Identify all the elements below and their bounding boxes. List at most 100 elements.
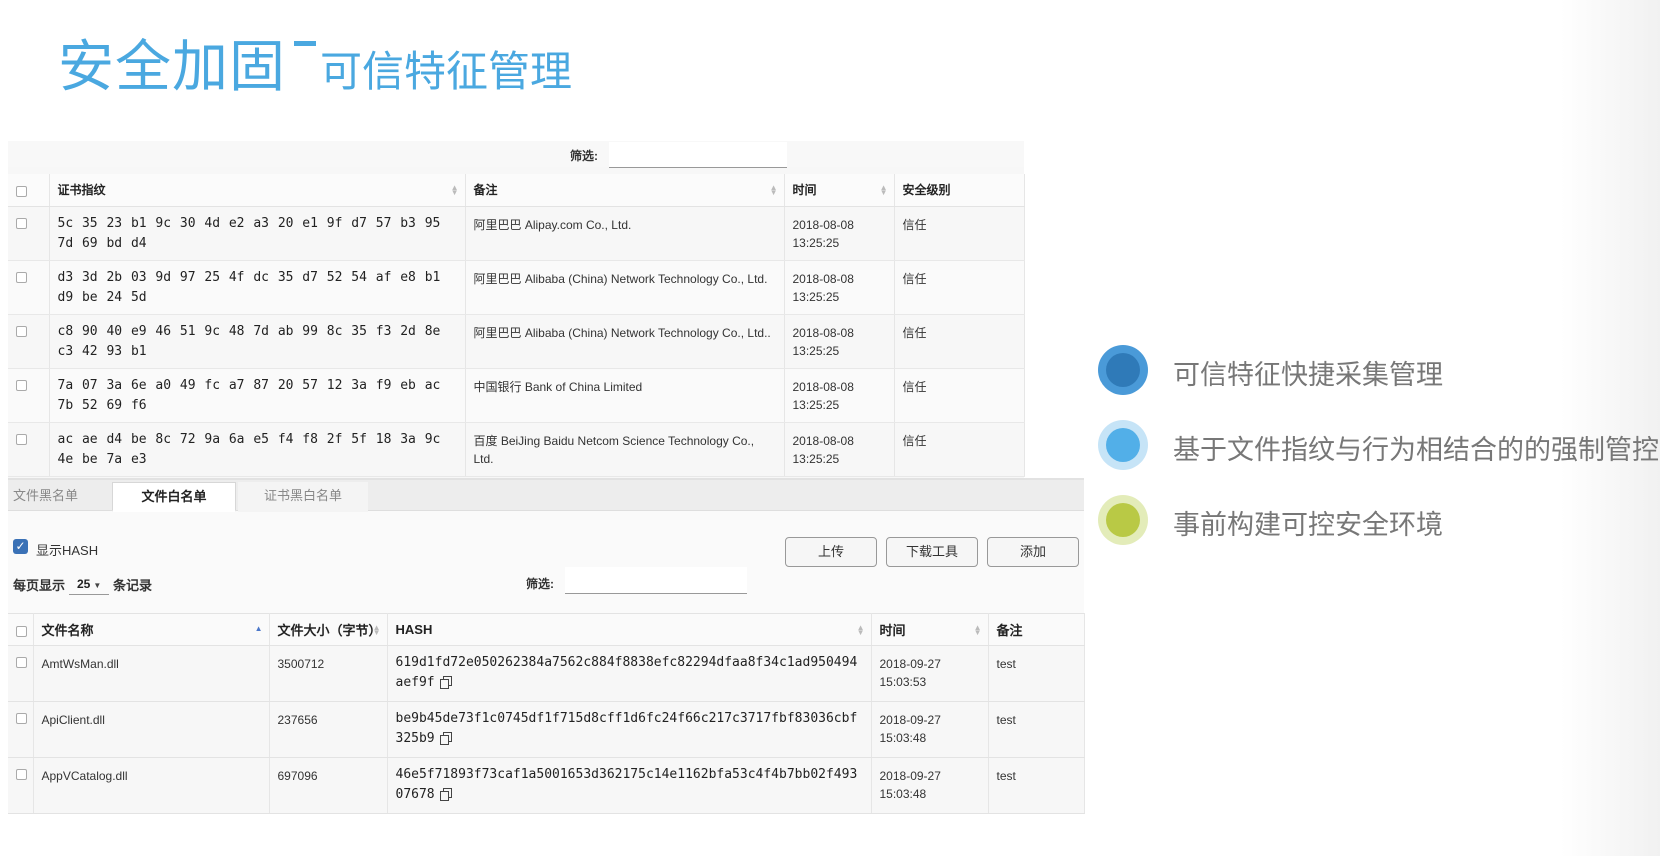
cert-note: 阿里巴巴 Alipay.com Co., Ltd. bbox=[465, 206, 785, 261]
row-checkbox[interactable] bbox=[16, 657, 27, 668]
cert-select-all[interactable] bbox=[8, 174, 50, 207]
cert-table-panel: 筛选: 证书指纹 ▲ ▼ 备注 ▲ ▼ 时间 ▲ ▼ 安全级别 5c 35 23 b1 9c… bbox=[8, 141, 1025, 478]
col-file-note[interactable]: 备注 bbox=[988, 613, 1085, 646]
file-note: test bbox=[988, 757, 1085, 814]
file-select-all[interactable] bbox=[8, 613, 34, 646]
table-row[interactable]: AmtWsMan.dll 3500712 619d1fd72e050262384… bbox=[8, 645, 1085, 702]
col-level[interactable]: 安全级别 bbox=[894, 174, 1025, 207]
circle-bullet-icon bbox=[1098, 420, 1148, 470]
cert-note: 阿里巴巴 Alibaba (China) Network Technology … bbox=[465, 314, 785, 369]
col-filename[interactable]: 文件名称 ▲ bbox=[33, 613, 270, 646]
cert-level: 信任 bbox=[894, 260, 1025, 315]
tab-file-whitelist[interactable]: 文件白名单 bbox=[112, 482, 236, 512]
cert-level: 信任 bbox=[894, 422, 1025, 477]
table-row[interactable]: c8 90 40 e9 46 51 9c 48 7d ab 99 8c 35 f… bbox=[8, 314, 1025, 369]
table-row[interactable]: d3 3d 2b 03 9d 97 25 4f dc 35 d7 52 54 a… bbox=[8, 260, 1025, 315]
cert-time: 2018-08-08 13:25:25 bbox=[784, 314, 895, 369]
file-whitelist-panel: 文件黑名单 文件白名单 证书黑白名单 ✓ 显示HASH 上传 下载工具 添加 每… bbox=[8, 478, 1085, 814]
col-file-time[interactable]: 时间 ▲ ▼ bbox=[871, 613, 989, 646]
feature-text: 可信特征快捷采集管理 bbox=[1173, 360, 1443, 390]
cert-note: 百度 BeiJing Baidu Netcom Science Technolo… bbox=[465, 422, 785, 477]
row-checkbox[interactable] bbox=[16, 217, 27, 229]
title-dash bbox=[294, 41, 316, 46]
file-time: 2018-09-27 15:03:48 bbox=[871, 701, 989, 758]
col-filesize[interactable]: 文件大小（字节） ▲ ▼ bbox=[269, 613, 388, 646]
file-table-header: 文件名称 ▲ 文件大小（字节） ▲ ▼ HASH ▲ ▼ 时间 ▲ ▼ 备注 bbox=[8, 613, 1085, 646]
circle-bullet-icon bbox=[1098, 495, 1148, 545]
table-row[interactable]: 5c 35 23 b1 9c 30 4d e2 a3 20 e1 9f d7 5… bbox=[8, 206, 1025, 261]
cert-time: 2018-08-08 13:25:25 bbox=[784, 422, 895, 477]
row-checkbox[interactable] bbox=[16, 379, 27, 391]
cert-filter-input[interactable] bbox=[609, 142, 787, 168]
file-name: AmtWsMan.dll bbox=[33, 645, 270, 702]
file-size: 697096 bbox=[269, 757, 388, 814]
title-sub: 可信特征管理 bbox=[320, 47, 573, 96]
add-button[interactable]: 添加 bbox=[987, 537, 1079, 567]
file-note: test bbox=[988, 645, 1085, 702]
show-hash-checkbox[interactable]: ✓ bbox=[13, 539, 28, 554]
cert-fingerprint: d3 3d 2b 03 9d 97 25 4f dc 35 d7 52 54 a… bbox=[49, 260, 466, 315]
feature-item: 事前构建可控安全环境 bbox=[1098, 495, 1658, 545]
file-table: 文件名称 ▲ 文件大小（字节） ▲ ▼ HASH ▲ ▼ 时间 ▲ ▼ 备注 AmtWsMan… bbox=[8, 613, 1085, 814]
per-page-label: 每页显示 bbox=[13, 578, 66, 593]
cert-filter-label: 筛选: bbox=[570, 149, 598, 163]
cert-filter-bar: 筛选: bbox=[8, 141, 1024, 168]
sort-icon: ▲ ▼ bbox=[856, 623, 865, 637]
row-checkbox[interactable] bbox=[16, 325, 27, 337]
col-time[interactable]: 时间 ▲ ▼ bbox=[784, 174, 895, 207]
per-page-select[interactable]: 25 ▼ bbox=[69, 573, 109, 595]
caret-down-icon: ▼ bbox=[93, 581, 102, 590]
tab-file-blacklist[interactable]: 文件黑名单 bbox=[13, 482, 113, 512]
cert-time: 2018-08-08 13:25:25 bbox=[784, 368, 895, 423]
tab-bar: 文件黑名单 文件白名单 证书黑白名单 bbox=[8, 480, 1084, 512]
copy-icon[interactable] bbox=[439, 788, 452, 801]
feature-item: 可信特征快捷采集管理 bbox=[1098, 345, 1658, 395]
sort-icon: ▲ ▼ bbox=[372, 623, 381, 637]
col-fingerprint[interactable]: 证书指纹 ▲ ▼ bbox=[49, 174, 466, 207]
sort-icon: ▲ ▼ bbox=[879, 183, 888, 197]
tab-cert-list[interactable]: 证书黑白名单 bbox=[238, 482, 368, 512]
checkbox[interactable] bbox=[16, 625, 27, 637]
upload-button[interactable]: 上传 bbox=[785, 537, 877, 567]
checkbox[interactable] bbox=[16, 185, 27, 197]
cert-level: 信任 bbox=[894, 314, 1025, 369]
col-note[interactable]: 备注 ▲ ▼ bbox=[465, 174, 785, 207]
cert-fingerprint: 5c 35 23 b1 9c 30 4d e2 a3 20 e1 9f d7 5… bbox=[49, 206, 466, 261]
cert-level: 信任 bbox=[894, 368, 1025, 423]
file-time: 2018-09-27 15:03:48 bbox=[871, 757, 989, 814]
feature-text: 事前构建可控安全环境 bbox=[1173, 510, 1443, 540]
table-row[interactable]: 7a 07 3a 6e a0 49 fc a7 87 20 57 12 3a f… bbox=[8, 368, 1025, 423]
title-main: 安全加固 bbox=[58, 35, 286, 100]
records-label: 条记录 bbox=[113, 578, 153, 593]
cert-note: 中国银行 Bank of China Limited bbox=[465, 368, 785, 423]
show-hash-label: 显示HASH bbox=[36, 543, 99, 558]
row-checkbox[interactable] bbox=[16, 433, 27, 445]
row-checkbox[interactable] bbox=[16, 271, 27, 283]
sort-icon: ▲ ▼ bbox=[450, 183, 459, 197]
circle-bullet-icon bbox=[1098, 345, 1148, 395]
file-filter-label: 筛选: bbox=[526, 577, 554, 591]
table-row[interactable]: ac ae d4 be 8c 72 9a 6a e5 f4 f8 2f 5f 1… bbox=[8, 422, 1025, 477]
cert-fingerprint: c8 90 40 e9 46 51 9c 48 7d ab 99 8c 35 f… bbox=[49, 314, 466, 369]
copy-icon[interactable] bbox=[439, 676, 452, 689]
cert-note: 阿里巴巴 Alibaba (China) Network Technology … bbox=[465, 260, 785, 315]
cert-table-header: 证书指纹 ▲ ▼ 备注 ▲ ▼ 时间 ▲ ▼ 安全级别 bbox=[8, 174, 1025, 207]
file-size: 237656 bbox=[269, 701, 388, 758]
file-hash: 619d1fd72e050262384a7562c884f8838efc8229… bbox=[387, 645, 872, 702]
download-tool-button[interactable]: 下载工具 bbox=[886, 537, 978, 567]
copy-icon[interactable] bbox=[439, 732, 452, 745]
slide-title: 安全加固 可信特征管理 bbox=[58, 22, 572, 103]
table-row[interactable]: ApiClient.dll 237656 be9b45de73f1c0745df… bbox=[8, 701, 1085, 758]
cert-fingerprint: 7a 07 3a 6e a0 49 fc a7 87 20 57 12 3a f… bbox=[49, 368, 466, 423]
table-row[interactable]: AppVCatalog.dll 697096 46e5f71893f73caf1… bbox=[8, 757, 1085, 814]
file-filter-input[interactable] bbox=[565, 567, 747, 594]
options-row: ✓ 显示HASH 上传 下载工具 添加 每页显示 25 ▼ 条记录 筛选: bbox=[8, 511, 1084, 613]
file-hash: be9b45de73f1c0745df1f715d8cff1d6fc24f66c… bbox=[387, 701, 872, 758]
row-checkbox[interactable] bbox=[16, 713, 27, 724]
sort-asc-icon: ▲ bbox=[254, 624, 263, 633]
col-hash[interactable]: HASH ▲ ▼ bbox=[387, 613, 872, 646]
file-hash: 46e5f71893f73caf1a5001653d362175c14e1162… bbox=[387, 757, 872, 814]
row-checkbox[interactable] bbox=[16, 769, 27, 780]
feature-item: 基于文件指纹与行为相结合的的强制管控 bbox=[1098, 420, 1659, 470]
cert-level: 信任 bbox=[894, 206, 1025, 261]
